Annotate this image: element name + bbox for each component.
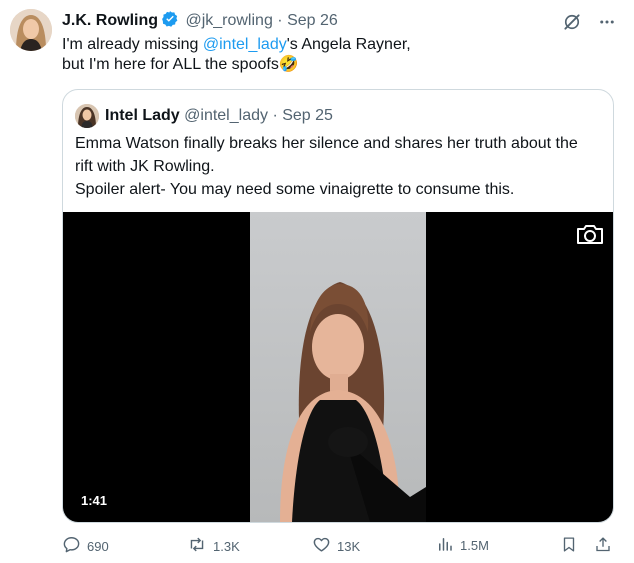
repost-icon — [187, 535, 207, 557]
quoted-author-avatar — [75, 104, 99, 128]
tweet-text-before: I'm already missing — [62, 36, 203, 53]
author-avatar-image — [10, 9, 52, 51]
tweet-line-1: I'm already missing @intel_lady's Angela… — [62, 35, 602, 55]
views-icon — [436, 535, 454, 556]
author-name[interactable]: J.K. Rowling — [62, 12, 158, 29]
like-button[interactable]: 13K — [312, 535, 360, 557]
quoted-author-name[interactable]: Intel Lady — [105, 106, 180, 126]
author-avatar[interactable] — [10, 9, 52, 51]
reply-count: 690 — [87, 538, 109, 554]
quoted-tweet-card[interactable]: Intel Lady @intel_lady · Sep 25 Emma Wat… — [62, 89, 614, 523]
video-player[interactable]: 1:41 — [63, 212, 613, 522]
quoted-avatar-image — [75, 104, 99, 128]
like-count: 13K — [337, 538, 361, 554]
quoted-line-2: rift with JK Rowling. — [75, 158, 215, 175]
views-count: 1.5M — [460, 538, 489, 553]
bookmark-button[interactable] — [560, 535, 578, 557]
repost-count: 1.3K — [213, 538, 240, 554]
tweet-text-after: 's Angela Rayner, — [286, 36, 411, 53]
video-duration: 1:41 — [75, 491, 114, 510]
author-handle[interactable]: @jk_rowling — [185, 12, 272, 29]
quoted-author-handle[interactable]: @intel_lady — [184, 106, 268, 126]
tweet-line-2: but I'm here for ALL the spoofs🤣 — [62, 55, 602, 75]
quoted-separator: · — [272, 107, 278, 124]
mention-link[interactable]: @intel_lady — [203, 36, 287, 53]
quoted-tweet-text: Emma Watson finally breaks her silence a… — [75, 132, 603, 201]
tweet-date[interactable]: Sep 26 — [287, 12, 338, 29]
tweet-text: I'm already missing @intel_lady's Angela… — [62, 35, 602, 75]
heart-icon — [312, 535, 331, 557]
repost-button[interactable]: 1.3K — [187, 535, 240, 557]
header-separator: · — [277, 12, 283, 29]
quoted-line-3: Spoiler alert- You may need some vinaigr… — [75, 181, 515, 198]
more-icon[interactable] — [598, 13, 616, 31]
reply-button[interactable]: 690 — [62, 535, 109, 557]
quoted-line-1: Emma Watson finally breaks her silence a… — [75, 135, 578, 152]
tweet-line-2-text: but I'm here for ALL the spoofs — [62, 56, 279, 73]
laughing-emoji: 🤣 — [278, 56, 299, 73]
share-button[interactable] — [594, 535, 612, 557]
camera-icon[interactable] — [575, 222, 605, 251]
quoted-date[interactable]: Sep 25 — [282, 106, 333, 126]
tweet-action-bar: 690 1.3K 13K 1.5M — [62, 535, 617, 559]
share-icon — [594, 535, 612, 557]
views-button[interactable]: 1.5M — [436, 535, 489, 556]
video-frame — [250, 212, 426, 522]
quoted-tweet-header: Intel Lady @intel_lady · Sep 25 — [75, 104, 333, 128]
reply-icon — [62, 535, 81, 557]
grok-icon[interactable] — [562, 12, 582, 32]
tweet-top-actions — [562, 12, 616, 32]
bookmark-icon — [560, 535, 578, 557]
verified-badge-icon — [161, 10, 179, 34]
tweet-header: J.K. Rowling @jk_rowling · Sep 26 — [62, 10, 338, 34]
